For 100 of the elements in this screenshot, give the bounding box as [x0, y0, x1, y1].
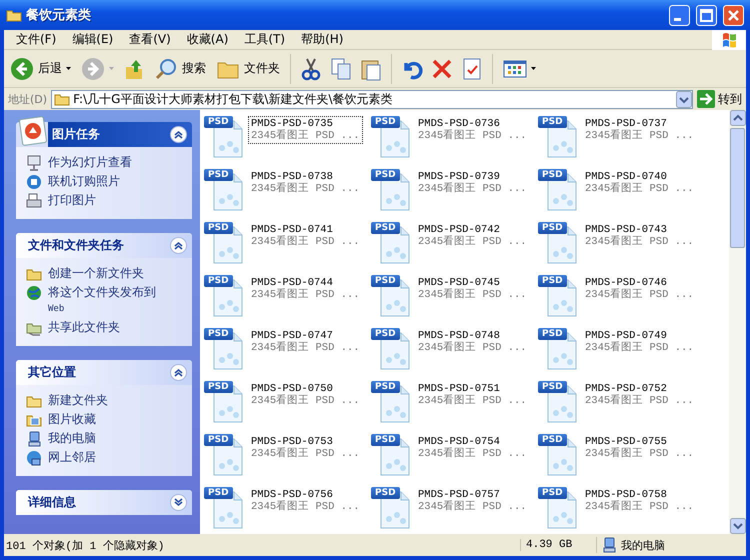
computer-icon [601, 537, 617, 553]
file-label[interactable]: PMDS-PSD-0739 2345看图王 PSD ... [415, 169, 530, 197]
file-label[interactable]: PMDS-PSD-0757 2345看图王 PSD ... [415, 487, 530, 515]
status-text: 我的电脑 [621, 538, 665, 552]
psd-file-icon[interactable]: PSD [371, 275, 411, 317]
network-icon [26, 450, 42, 466]
file-label[interactable]: PMDS-PSD-0738 2345看图王 PSD ... [248, 169, 363, 197]
panel-header[interactable]: 图片任务 [48, 122, 192, 147]
collapse-icon[interactable] [170, 126, 187, 143]
psd-file-icon[interactable]: PSD [204, 222, 244, 264]
panel-header[interactable]: 文件和文件夹任务 [16, 233, 192, 258]
file-label[interactable]: PMDS-PSD-0751 2345看图王 PSD ... [415, 381, 530, 409]
scissors-icon[interactable] [299, 56, 323, 80]
menu-item[interactable]: 文件(F) [8, 31, 64, 48]
psd-file-icon[interactable]: PSD [204, 116, 244, 158]
menu-item[interactable]: 编辑(E) [64, 31, 122, 48]
psd-file-icon[interactable]: PSD [371, 116, 411, 158]
psd-file-icon[interactable]: PSD [371, 328, 411, 370]
task-link[interactable]: 打印图片 [48, 193, 96, 208]
folders-button[interactable]: 文件夹 [214, 54, 282, 82]
expand-icon[interactable] [170, 494, 187, 511]
task-link[interactable]: 联机订购照片 [48, 174, 120, 189]
file-label[interactable]: PMDS-PSD-0736 2345看图王 PSD ... [415, 116, 530, 144]
psd-file-icon[interactable]: PSD [371, 381, 411, 423]
panel-header[interactable]: 详细信息 [16, 490, 192, 515]
psd-file-icon[interactable]: PSD [204, 434, 244, 476]
file-label[interactable]: PMDS-PSD-0754 2345看图王 PSD ... [415, 434, 530, 462]
status-text: 4.39 GB [520, 539, 596, 551]
psd-file-icon[interactable]: PSD [538, 328, 578, 370]
address-field[interactable]: F:\几十G平面设计大师素材打包下载\新建文件夹\餐饮元素类 [51, 90, 693, 108]
psd-file-icon[interactable]: PSD [371, 169, 411, 211]
psd-file-icon[interactable]: PSD [204, 328, 244, 370]
search-button[interactable]: 搜索 [152, 54, 208, 82]
psd-file-icon[interactable]: PSD [538, 169, 578, 211]
file-label[interactable]: PMDS-PSD-0743 2345看图王 PSD ... [582, 222, 697, 250]
task-link[interactable]: 图片收藏 [48, 412, 96, 427]
psd-file-icon[interactable]: PSD [538, 116, 578, 158]
task-link[interactable]: 将这个文件夹发布到 Web [48, 285, 156, 317]
computer-icon [26, 431, 42, 447]
psd-file-icon[interactable]: PSD [538, 381, 578, 423]
panel-header[interactable]: 其它位置 [16, 360, 192, 385]
psd-file-icon[interactable]: PSD [538, 434, 578, 476]
back-button[interactable]: 后退 [8, 54, 73, 82]
psd-file-icon[interactable]: PSD [204, 381, 244, 423]
psd-file-icon[interactable]: PSD [371, 487, 411, 529]
task-link[interactable]: 网上邻居 [48, 450, 96, 465]
task-link[interactable]: 共享此文件夹 [48, 320, 120, 335]
menu-item[interactable]: 工具(T) [236, 31, 294, 48]
file-label[interactable]: PMDS-PSD-0745 2345看图王 PSD ... [415, 275, 530, 303]
file-label[interactable]: PMDS-PSD-0737 2345看图王 PSD ... [582, 116, 697, 144]
scroll-down-icon[interactable] [730, 518, 746, 534]
file-label[interactable]: PMDS-PSD-0753 2345看图王 PSD ... [248, 434, 363, 462]
file-label[interactable]: PMDS-PSD-0747 2345看图王 PSD ... [248, 328, 363, 356]
file-label[interactable]: PMDS-PSD-0749 2345看图王 PSD ... [582, 328, 697, 356]
collapse-icon[interactable] [170, 364, 187, 381]
copy-icon[interactable] [329, 56, 353, 80]
psd-file-icon[interactable]: PSD [538, 222, 578, 264]
vertical-scrollbar[interactable] [729, 110, 746, 534]
maximize-icon[interactable] [696, 4, 717, 26]
file-label[interactable]: PMDS-PSD-0758 2345看图王 PSD ... [582, 487, 697, 515]
menu-item[interactable]: 帮助(H) [293, 31, 352, 48]
file-type-badge: PSD [371, 487, 400, 499]
file-label[interactable]: PMDS-PSD-0755 2345看图王 PSD ... [582, 434, 697, 462]
psd-file-icon[interactable]: PSD [538, 275, 578, 317]
task-link[interactable]: 创建一个新文件夹 [48, 266, 144, 281]
file-label[interactable]: PMDS-PSD-0742 2345看图王 PSD ... [415, 222, 530, 250]
psd-file-icon[interactable]: PSD [204, 275, 244, 317]
file-type-badge: PSD [538, 487, 567, 499]
menu-item[interactable]: 收藏(A) [178, 31, 236, 48]
file-label[interactable]: PMDS-PSD-0740 2345看图王 PSD ... [582, 169, 697, 197]
file-label[interactable]: PMDS-PSD-0746 2345看图王 PSD ... [582, 275, 697, 303]
file-type-badge: PSD [371, 328, 400, 340]
task-link[interactable]: 作为幻灯片查看 [48, 155, 132, 170]
file-type-badge: PSD [371, 275, 400, 287]
scroll-thumb[interactable] [730, 128, 745, 248]
close-icon[interactable] [723, 4, 744, 26]
psd-file-icon[interactable]: PSD [371, 434, 411, 476]
file-type-badge: PSD [371, 434, 400, 446]
file-label[interactable]: PMDS-PSD-0748 2345看图王 PSD ... [415, 328, 530, 356]
psd-file-icon[interactable]: PSD [204, 487, 244, 529]
task-link[interactable]: 我的电脑 [48, 431, 96, 446]
file-label[interactable]: PMDS-PSD-0741 2345看图王 PSD ... [248, 222, 363, 250]
task-link[interactable]: 新建文件夹 [48, 393, 108, 408]
file-type-badge: PSD [371, 116, 400, 128]
picture-icon [18, 116, 48, 146]
collapse-icon[interactable] [170, 237, 187, 254]
psd-file-icon[interactable]: PSD [538, 487, 578, 529]
address-label: 地址(D) [8, 92, 48, 106]
file-type-badge: PSD [204, 434, 233, 446]
file-label[interactable]: PMDS-PSD-0756 2345看图王 PSD ... [248, 487, 363, 515]
file-label[interactable]: PMDS-PSD-0752 2345看图王 PSD ... [582, 381, 697, 409]
file-label[interactable]: PMDS-PSD-0735 2345看图王 PSD ... [248, 116, 363, 144]
minimize-icon[interactable] [669, 4, 690, 26]
menu-item[interactable]: 查看(V) [121, 31, 179, 48]
psd-file-icon[interactable]: PSD [371, 222, 411, 264]
psd-file-icon[interactable]: PSD [204, 169, 244, 211]
go-button[interactable]: 转到 [697, 90, 742, 108]
file-label[interactable]: PMDS-PSD-0744 2345看图王 PSD ... [248, 275, 363, 303]
file-label[interactable]: PMDS-PSD-0750 2345看图王 PSD ... [248, 381, 363, 409]
scroll-up-icon[interactable] [730, 110, 746, 126]
